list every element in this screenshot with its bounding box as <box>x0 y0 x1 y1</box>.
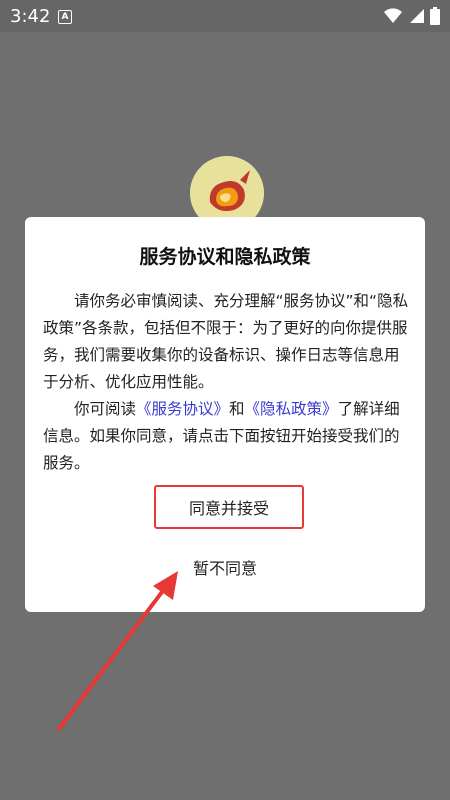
signal-icon <box>410 9 424 23</box>
dialog-title: 服务协议和隐私政策 <box>139 246 311 268</box>
status-time: 3:42 <box>10 6 51 27</box>
battery-icon <box>430 7 440 25</box>
privacy-dialog: 服务协议和隐私政策 请你务必审慎阅读、充分理解“服务协议”和“隐私政策”各条款，… <box>25 217 425 612</box>
decline-button[interactable]: 暂不同意 <box>155 552 295 586</box>
wifi-icon <box>384 8 402 23</box>
paragraph-2-prefix: 你可阅读 <box>74 400 137 418</box>
dialog-paragraph-2: 你可阅读《服务协议》和《隐私政策》了解详细信息。如果你同意，请点击下面按钮开始接… <box>43 396 409 477</box>
dialog-body: 请你务必审慎阅读、充分理解“服务协议”和“隐私政策”各条款，包括但不限于：为了更… <box>43 288 409 477</box>
dialog-paragraph-1: 请你务必审慎阅读、充分理解“服务协议”和“隐私政策”各条款，包括但不限于：为了更… <box>43 292 409 391</box>
status-icons <box>384 7 440 25</box>
service-agreement-link[interactable]: 《服务协议》 <box>136 400 229 418</box>
privacy-policy-link[interactable]: 《隐私政策》 <box>245 400 338 418</box>
paragraph-2-and: 和 <box>229 400 245 418</box>
agree-button[interactable]: 同意并接受 <box>154 485 304 529</box>
status-bar: 3:42 A <box>0 0 450 32</box>
notification-icon: A <box>58 10 72 24</box>
